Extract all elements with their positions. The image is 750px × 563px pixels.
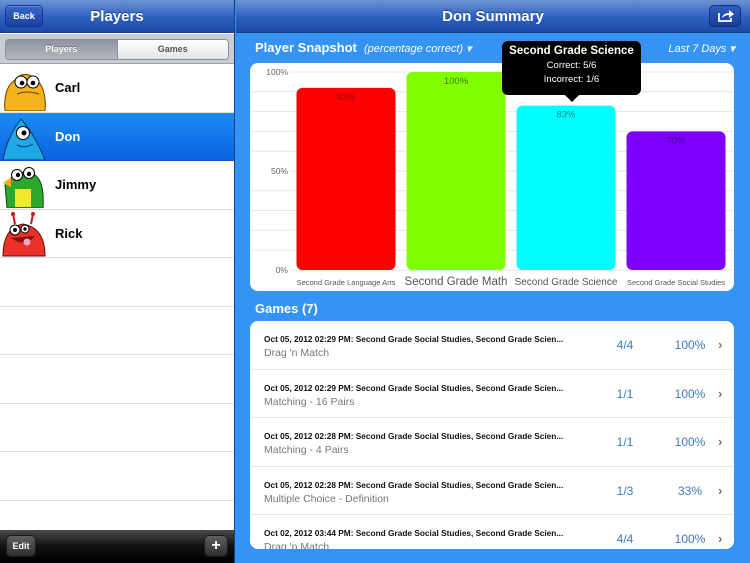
player-row-jimmy[interactable]: Jimmy	[0, 161, 234, 210]
bar-value-label: 83%	[556, 110, 576, 121]
empty-row	[0, 307, 234, 355]
share-icon	[718, 10, 734, 22]
player-row-rick[interactable]: Rick	[0, 209, 234, 258]
game-type: Multiple Choice - Definition	[264, 492, 389, 505]
summary-title: Don Summary	[442, 8, 544, 25]
game-percent: 100%	[674, 338, 706, 352]
empty-row	[0, 258, 234, 307]
game-percent: 100%	[674, 386, 706, 401]
game-percent: 100%	[674, 532, 706, 546]
green-monster-avatar	[3, 167, 44, 208]
y-tick-label: 0%	[276, 265, 289, 275]
game-row[interactable]: Oct 05, 2012 02:29 PM: Second Grade Soci…	[250, 370, 734, 418]
game-score: 4/4	[616, 338, 634, 352]
player-row-carl[interactable]: Carl	[0, 64, 234, 113]
add-player-button[interactable]: +	[204, 535, 228, 557]
games-list: Oct 05, 2012 02:29 PM: Second Grade Soci…	[250, 321, 734, 549]
bar-1	[296, 87, 396, 270]
blue-monster-avatar	[2, 117, 46, 160]
y-tick-label: 50%	[271, 166, 288, 176]
edit-button[interactable]: Edit	[6, 535, 36, 557]
x-category-label: Second Grade Science	[515, 277, 618, 288]
player-name: Rick	[55, 225, 83, 241]
summary-nav-bar: Don Summary	[236, 0, 750, 33]
game-title: Oct 05, 2012 02:28 PM: Second Grade Soci…	[264, 431, 564, 441]
bar-3	[516, 105, 616, 270]
game-type: Matching - 4 Pairs	[264, 444, 349, 456]
share-button[interactable]	[709, 5, 741, 27]
game-type: Drag 'n Match	[264, 347, 330, 359]
game-type: Matching - 16 Pairs	[264, 395, 355, 408]
bar-4	[626, 131, 726, 270]
chevron-right-icon: ›	[718, 385, 723, 401]
segmented-control: Players Games	[5, 39, 229, 60]
red-monster-avatar	[2, 211, 46, 256]
chevron-right-icon: ›	[718, 482, 723, 498]
game-score: 1/1	[616, 386, 634, 401]
bar-value-label: 92%	[336, 92, 356, 103]
summary-pane: Don Summary Player Snapshot (percentage …	[236, 0, 750, 563]
bar-value-label: 70%	[666, 135, 686, 146]
player-name: Carl	[55, 80, 81, 95]
game-percent: 33%	[677, 483, 703, 498]
app-root: Back Players Players Games Carl Don Jimm…	[0, 0, 750, 563]
game-row[interactable]: Oct 05, 2012 02:28 PM: Second Grade Soci…	[250, 418, 734, 467]
player-name: Jimmy	[55, 177, 97, 192]
date-range-dropdown[interactable]: Last 7 Days ▾	[668, 42, 735, 55]
bar-2	[406, 72, 506, 270]
game-score: 4/4	[616, 532, 634, 546]
metric-dropdown[interactable]: (percentage correct) ▾	[364, 42, 472, 55]
game-title: Oct 05, 2012 02:29 PM: Second Grade Soci…	[264, 382, 564, 393]
empty-row	[0, 404, 234, 452]
y-tick-label: 100%	[266, 67, 288, 77]
game-title: Oct 05, 2012 02:28 PM: Second Grade Soci…	[264, 479, 564, 490]
player-name: Don	[55, 128, 81, 144]
segment-bar: Players Games	[0, 34, 234, 64]
empty-row	[0, 452, 234, 501]
game-row[interactable]: Oct 05, 2012 02:29 PM: Second Grade Soci…	[250, 321, 734, 370]
game-score: 1/3	[616, 483, 634, 498]
snapshot-title: Player Snapshot	[255, 40, 357, 55]
game-title: Oct 02, 2012 03:44 PM: Second Grade Soci…	[264, 528, 564, 538]
game-title: Oct 05, 2012 02:29 PM: Second Grade Soci…	[264, 334, 564, 344]
game-row[interactable]: Oct 02, 2012 03:44 PM: Second Grade Soci…	[250, 515, 734, 549]
game-percent: 100%	[674, 435, 706, 449]
players-list: Carl Don Jimmy Rick	[0, 64, 234, 501]
snapshot-chart-card: 0% 50% 100% 92% Second Grade Language Arts 10…	[250, 63, 734, 291]
games-title: Games (7)	[255, 301, 318, 316]
tooltip-correct: Correct: 5/6	[546, 60, 597, 71]
players-nav-bar: Back Players	[0, 0, 234, 33]
tooltip-title: Second Grade Science	[509, 45, 634, 57]
segment-players[interactable]: Players	[6, 40, 117, 59]
snapshot-chart: 0% 50% 100% 92% Second Grade Language Arts 10…	[250, 67, 734, 288]
player-row-don[interactable]: Don	[0, 112, 234, 161]
bottom-toolbar: Edit +	[0, 530, 234, 563]
x-category-label: Second Grade Language Arts	[297, 278, 396, 287]
players-pane: Back Players Players Games Carl Don Jimm…	[0, 0, 235, 563]
tooltip-incorrect: Incorrect: 1/6	[543, 74, 600, 85]
yellow-monster-avatar	[4, 74, 46, 111]
chevron-right-icon: ›	[718, 434, 723, 449]
game-score: 1/1	[616, 435, 634, 449]
bar-value-label: 100%	[444, 76, 469, 87]
empty-row	[0, 355, 234, 404]
chevron-right-icon: ›	[718, 531, 723, 546]
chevron-right-icon: ›	[718, 337, 723, 352]
game-type: Drag 'n Match	[264, 541, 330, 549]
x-category-label: Second Grade Social Studies	[627, 278, 725, 287]
game-row[interactable]: Oct 05, 2012 02:28 PM: Second Grade Soci…	[250, 467, 734, 515]
segment-games[interactable]: Games	[116, 40, 228, 59]
bar-tooltip: Second Grade Science Correct: 5/6 Incorr…	[502, 41, 641, 102]
players-title: Players	[90, 8, 144, 25]
x-category-label: Second Grade Math	[405, 276, 508, 288]
